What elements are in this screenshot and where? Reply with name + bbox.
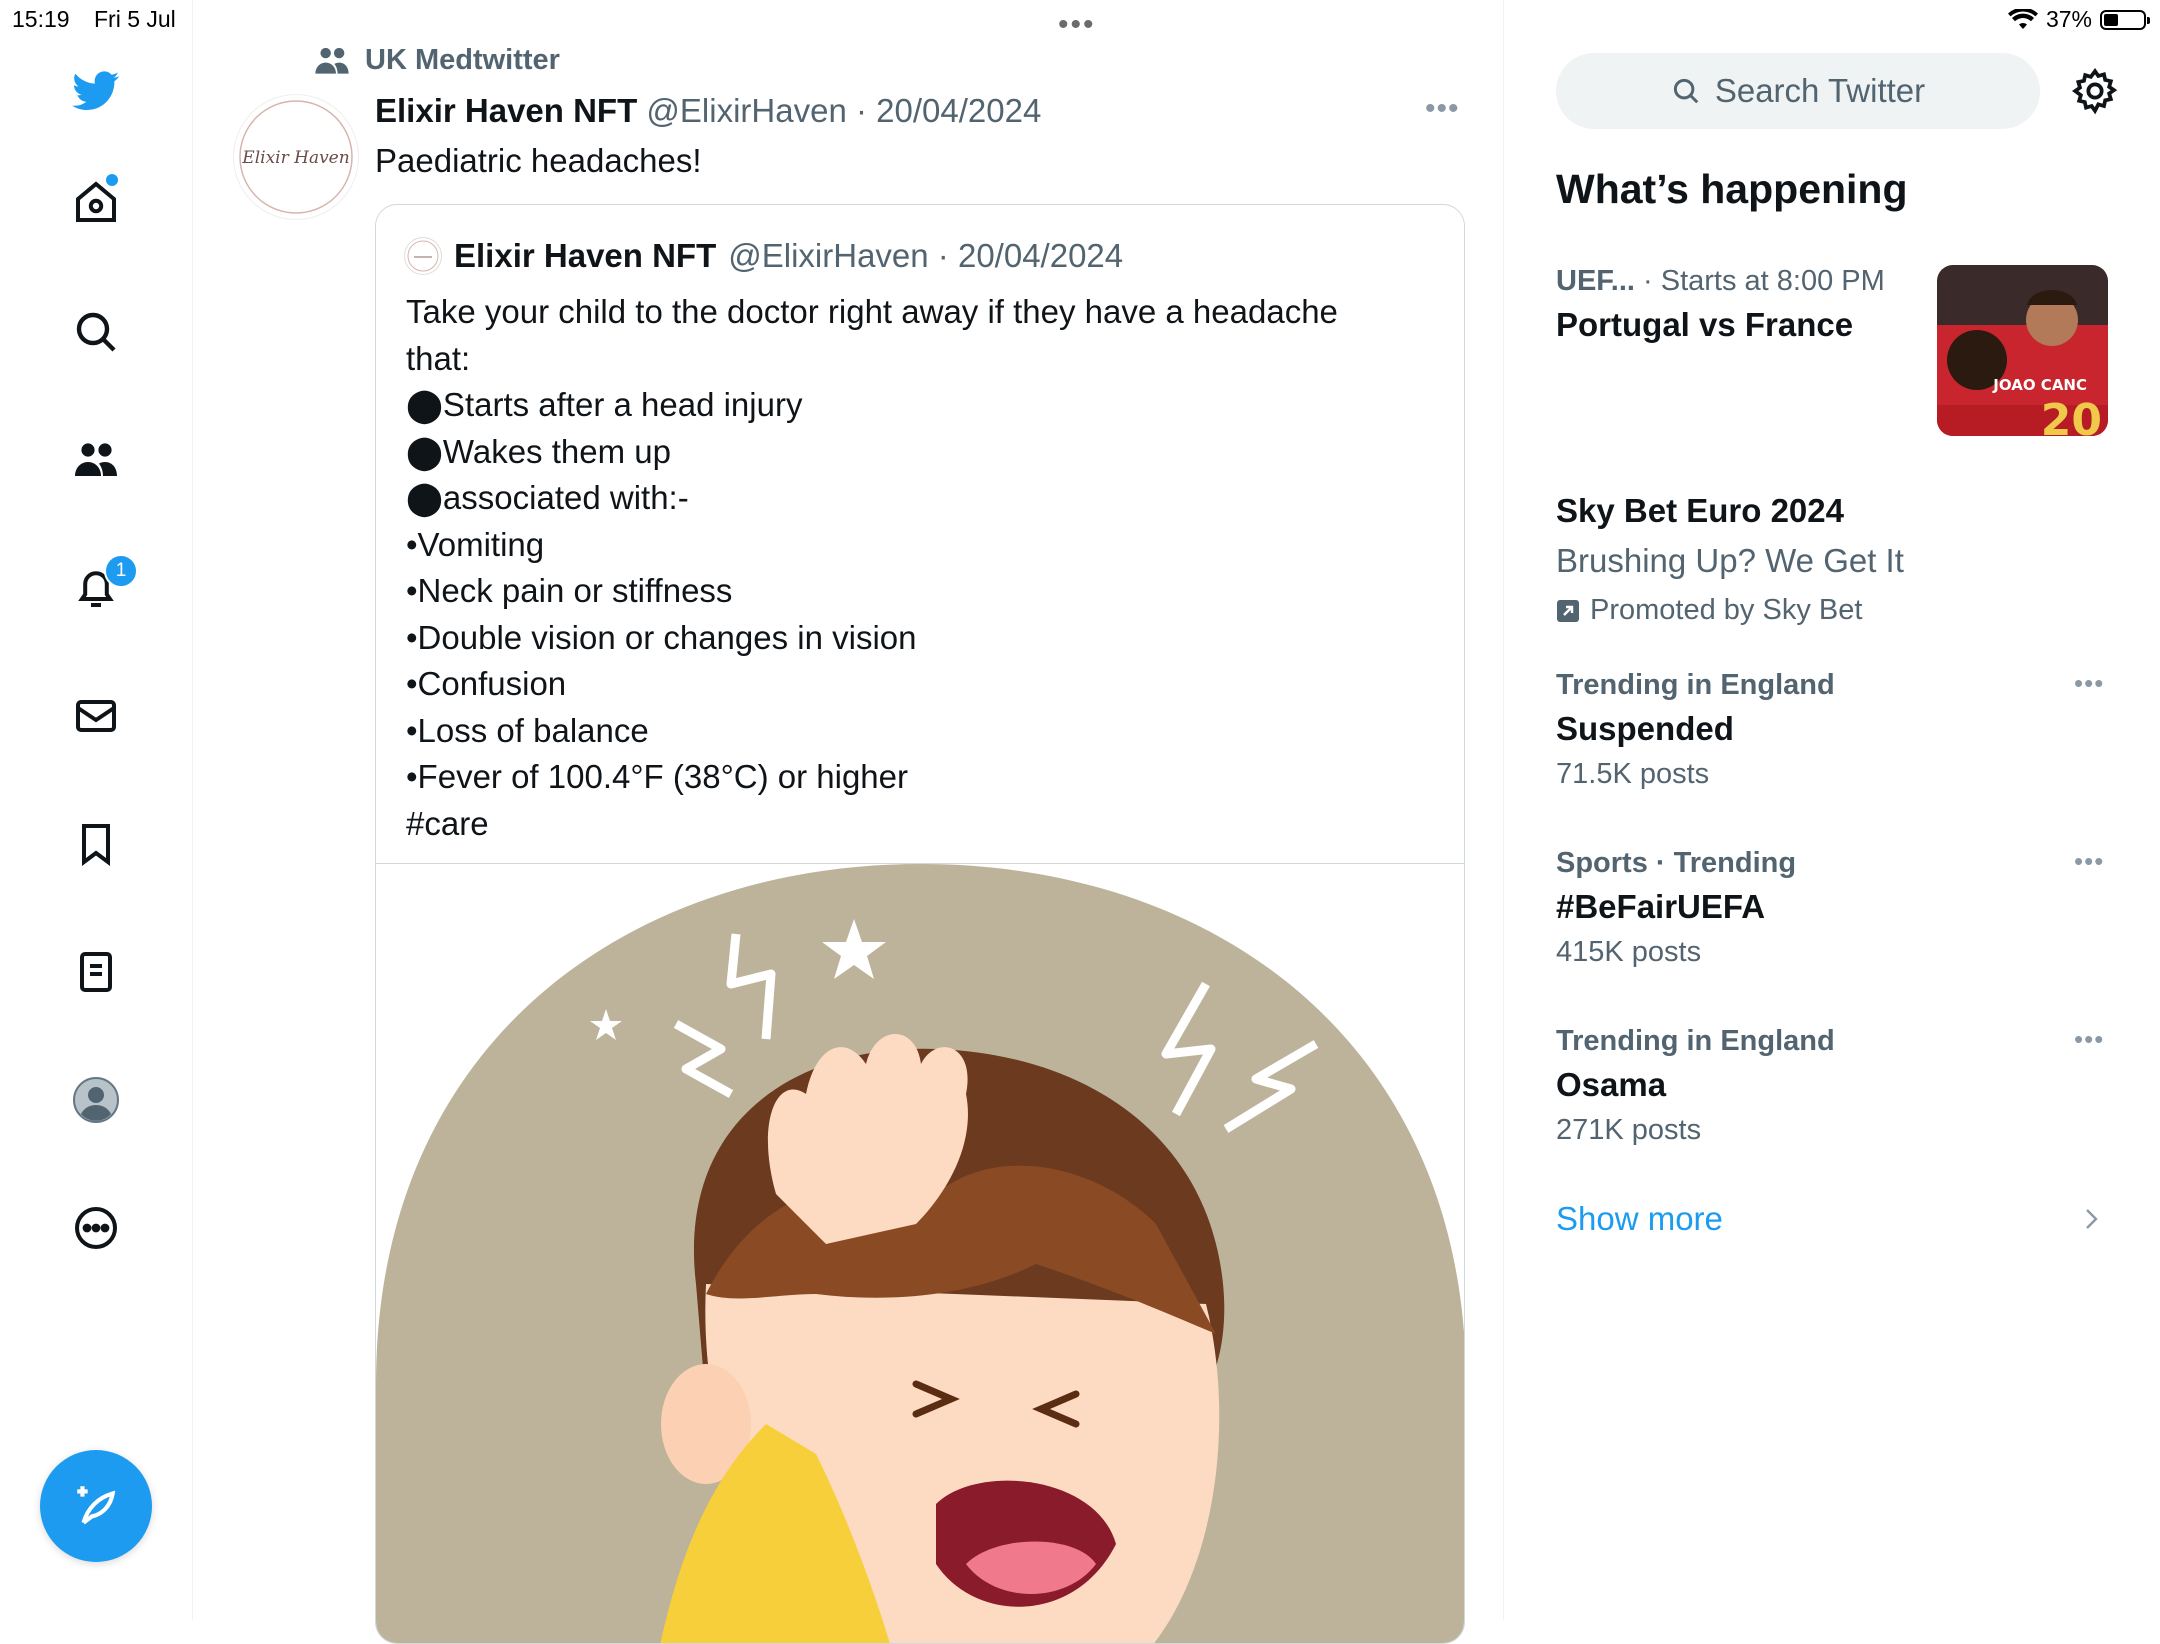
quote-author-name: Elixir Haven NFT [454,237,717,274]
tweet-text: Paediatric headaches! [375,142,702,179]
thumb-caption: JOAO CANC [1992,376,2087,394]
communities-icon[interactable] [66,430,126,490]
quote-line: •Vomiting [406,525,545,563]
elixir-haven-logo: Elixir Haven [239,100,353,214]
battery-fill [2104,13,2119,26]
home-unread-dot [104,172,120,188]
quote-line: ⬤Wakes them up [406,432,671,470]
trend-context: Trending in England [1556,669,1835,701]
quote-line: •Fever of 100.4°F (38°C) or higher [406,758,908,795]
author-handle-date[interactable]: @ElixirHaven · 20/04/2024 [646,92,1041,129]
promoted-icon [1557,599,1579,622]
promoted-title: Sky Bet Euro 2024 [1556,492,1844,529]
quote-line: •Neck pain or stiffness [406,572,733,609]
promoted-by: Promoted by Sky Bet [1590,594,1863,626]
quote-hashtag[interactable]: #care [406,801,1446,848]
compose-tweet-button[interactable] [40,1450,152,1562]
battery-percent: 37% [2045,6,2092,32]
search-placeholder: Search Twitter [1714,72,1926,109]
main-column: UK Medtwitter Elixir Haven Elixir Haven … [193,0,1504,1644]
quote-media-headache-illustration[interactable] [376,863,1464,1643]
quote-line: that: [406,339,471,377]
trend-count: 271K posts [1556,1114,1702,1146]
battery-icon [2100,9,2150,30]
trend-count: 415K posts [1556,936,1702,968]
settings-gear-icon[interactable] [2070,66,2120,116]
promoted-trend[interactable]: Sky Bet Euro 2024 Brushing Up? We Get It… [1556,484,2116,627]
trend-more-button[interactable]: ••• [2074,1024,2104,1055]
tweet-header: Elixir Haven NFT @ElixirHaven · 20/04/20… [375,92,1041,130]
avatar-logo-text: Elixir Haven [241,148,349,168]
author-name[interactable]: Elixir Haven NFT [375,92,637,129]
promoted-subtitle: Brushing Up? We Get It [1556,542,1904,579]
show-more-link[interactable]: Show more [1556,1200,1723,1238]
event-thumbnail[interactable]: JOAO CANC 20 [1937,265,2108,436]
tweet-more-button[interactable]: ••• [1425,92,1460,126]
quote-line: •Confusion [406,665,567,702]
quote-author-handle-date: @ElixirHaven · 20/04/2024 [728,237,1124,274]
svg-text:20: 20 [2041,395,2102,436]
status-right: 37% [2007,6,2150,33]
compose-feather-icon [77,1486,116,1525]
quote-author-avatar [404,237,442,275]
event-time: · Starts at 8:00 PM [1643,265,1885,297]
community-name: UK Medtwitter [365,44,560,76]
trend-name: #BeFairUEFA [1556,888,1766,925]
trend-context: Sports · Trending [1556,847,1797,879]
trend-context: Trending in England [1556,1025,1835,1057]
lists-icon[interactable] [66,942,126,1002]
quote-text: Take your child to the doctor right away… [406,289,1446,847]
trend-name: Suspended [1556,710,1734,747]
trend-item[interactable]: Trending in England Suspended 71.5K post… [1556,669,2116,791]
notification-count-badge: 1 [104,554,138,588]
chevron-right-icon [2086,1209,2098,1229]
trend-name: Osama [1556,1066,1667,1103]
community-context[interactable]: UK Medtwitter [313,44,560,77]
twitter-logo-icon[interactable] [66,60,126,120]
wifi-icon [2007,8,2038,29]
search-icon[interactable] [66,302,126,362]
trend-count: 71.5K posts [1556,758,1710,790]
trend-more-button[interactable]: ••• [2074,846,2104,877]
event-category: UEF... [1556,265,1635,297]
trend-item[interactable]: Trending in England Osama 271K posts [1556,1025,2116,1147]
quote-header: Elixir Haven NFT @ElixirHaven · 20/04/20… [404,237,1123,275]
search-icon [1673,78,1699,104]
quote-line: •Loss of balance [406,711,649,749]
trend-more-button[interactable]: ••• [2074,668,2104,699]
community-icon [315,47,349,74]
profile-avatar-icon[interactable] [66,1070,126,1130]
left-nav: 1 [0,0,193,1620]
quote-line: Take your child to the doctor right away… [406,293,1338,330]
quote-line: ⬤Starts after a head injury [406,386,803,423]
quote-line: ⬤associated with:- [406,479,689,516]
messages-icon[interactable] [66,686,126,746]
trend-item[interactable]: Sports · Trending #BeFairUEFA 415K posts [1556,847,2116,969]
whats-happening-heading: What’s happening [1556,166,1908,212]
bookmarks-icon[interactable] [66,814,126,874]
quote-line: •Double vision or changes in vision [406,618,917,656]
more-icon[interactable] [66,1198,126,1258]
author-avatar[interactable]: Elixir Haven [233,94,359,220]
quoted-tweet[interactable]: Elixir Haven NFT @ElixirHaven · 20/04/20… [375,204,1465,1644]
search-twitter-input[interactable]: Search Twitter [1556,53,2040,129]
